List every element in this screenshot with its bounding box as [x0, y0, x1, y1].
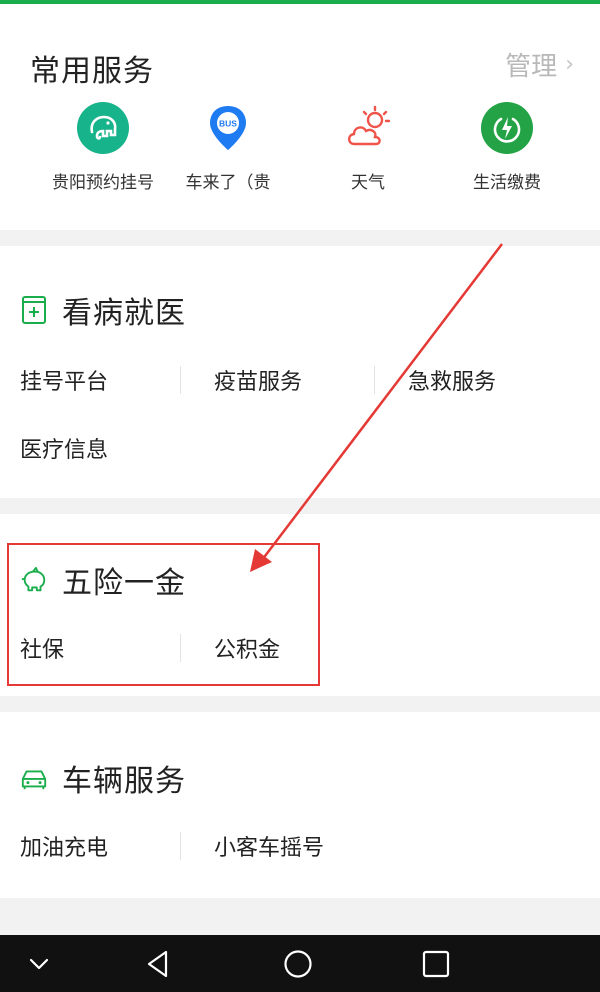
elephant-icon	[77, 102, 129, 154]
category-vehicle-card: 车辆服务 加油充电 小客车摇号	[0, 712, 600, 898]
system-navigation-bar	[0, 935, 600, 992]
service-utility-payment[interactable]: 生活缴费	[432, 102, 582, 193]
medical-kit-icon	[22, 296, 46, 324]
section-divider	[0, 230, 600, 246]
category-title: 看病就医	[62, 296, 186, 331]
manage-button[interactable]: 管理 ›	[505, 46, 574, 83]
service-label: 天气	[351, 173, 385, 193]
item-emergency-service[interactable]: 急救服务	[408, 364, 496, 396]
item-fuel-charging[interactable]: 加油充电	[20, 830, 108, 862]
chevron-down-icon[interactable]	[22, 947, 56, 981]
home-circle-icon[interactable]	[281, 947, 315, 981]
item-vaccine-service[interactable]: 疫苗服务	[214, 364, 302, 396]
service-weather[interactable]: 天气	[293, 102, 443, 193]
common-services-title: 常用服务	[30, 54, 154, 89]
divider	[180, 366, 181, 394]
service-label: 车来了（贵	[185, 173, 271, 193]
section-divider	[0, 898, 600, 935]
weather-sun-cloud-icon	[347, 105, 391, 146]
section-divider	[0, 498, 600, 514]
category-header: 看病就医	[20, 288, 186, 332]
category-header: 车辆服务	[20, 756, 186, 800]
category-title: 车辆服务	[62, 764, 186, 799]
common-services-card: 常用服务 管理 › 贵阳预约挂号 BUS 车来了（贵 天气 生活缴费	[0, 4, 600, 230]
manage-label: 管理	[505, 52, 558, 82]
item-registration-platform[interactable]: 挂号平台	[20, 364, 108, 396]
service-bus[interactable]: BUS 车来了（贵	[153, 102, 303, 193]
car-icon	[21, 770, 47, 790]
category-medical-card: 看病就医 挂号平台 疫苗服务 急救服务 医疗信息	[0, 246, 600, 498]
item-car-lottery[interactable]: 小客车摇号	[214, 830, 324, 862]
svg-text:BUS: BUS	[219, 119, 237, 129]
divider	[180, 832, 181, 860]
section-divider	[0, 696, 600, 712]
service-label: 生活缴费	[473, 173, 541, 193]
bus-pin-icon: BUS	[210, 106, 246, 150]
back-triangle-icon[interactable]	[142, 947, 176, 981]
divider	[374, 366, 375, 394]
item-medical-info[interactable]: 医疗信息	[20, 432, 108, 464]
annotation-highlight-box	[7, 543, 320, 686]
recents-square-icon[interactable]	[419, 947, 453, 981]
chevron-right-icon: ›	[565, 52, 574, 77]
power-bolt-icon	[481, 102, 533, 154]
